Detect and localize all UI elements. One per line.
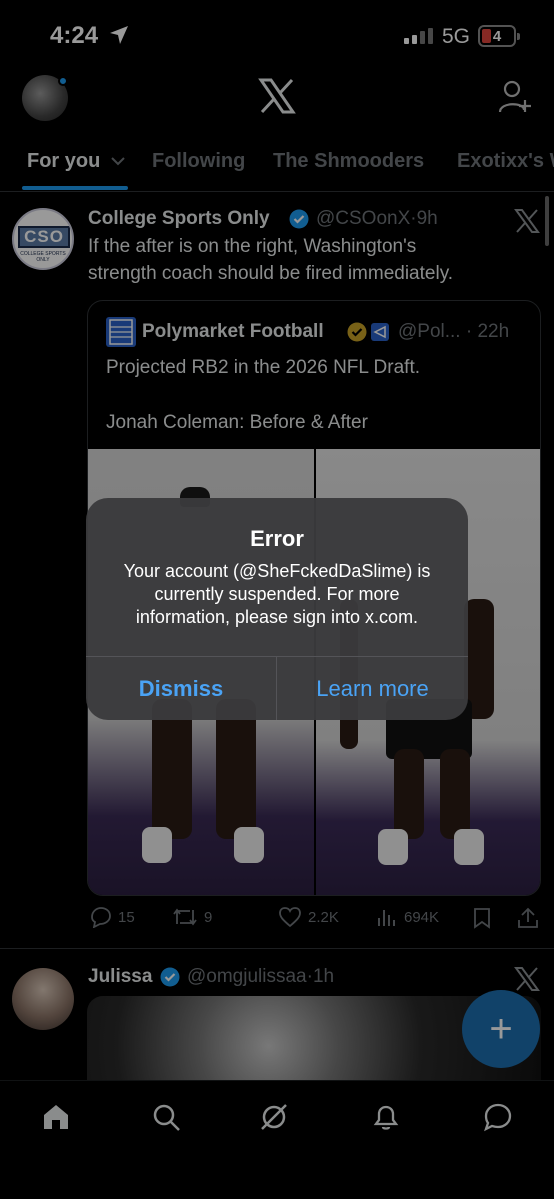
alert-message: Your account (@SheFckedDaSlime) is curre… xyxy=(123,561,431,627)
dismiss-button[interactable]: Dismiss xyxy=(86,657,276,720)
alert-title: Error xyxy=(250,526,304,551)
learn-more-button[interactable]: Learn more xyxy=(277,657,468,720)
error-alert: Error Your account (@SheFckedDaSlime) is… xyxy=(86,498,468,720)
